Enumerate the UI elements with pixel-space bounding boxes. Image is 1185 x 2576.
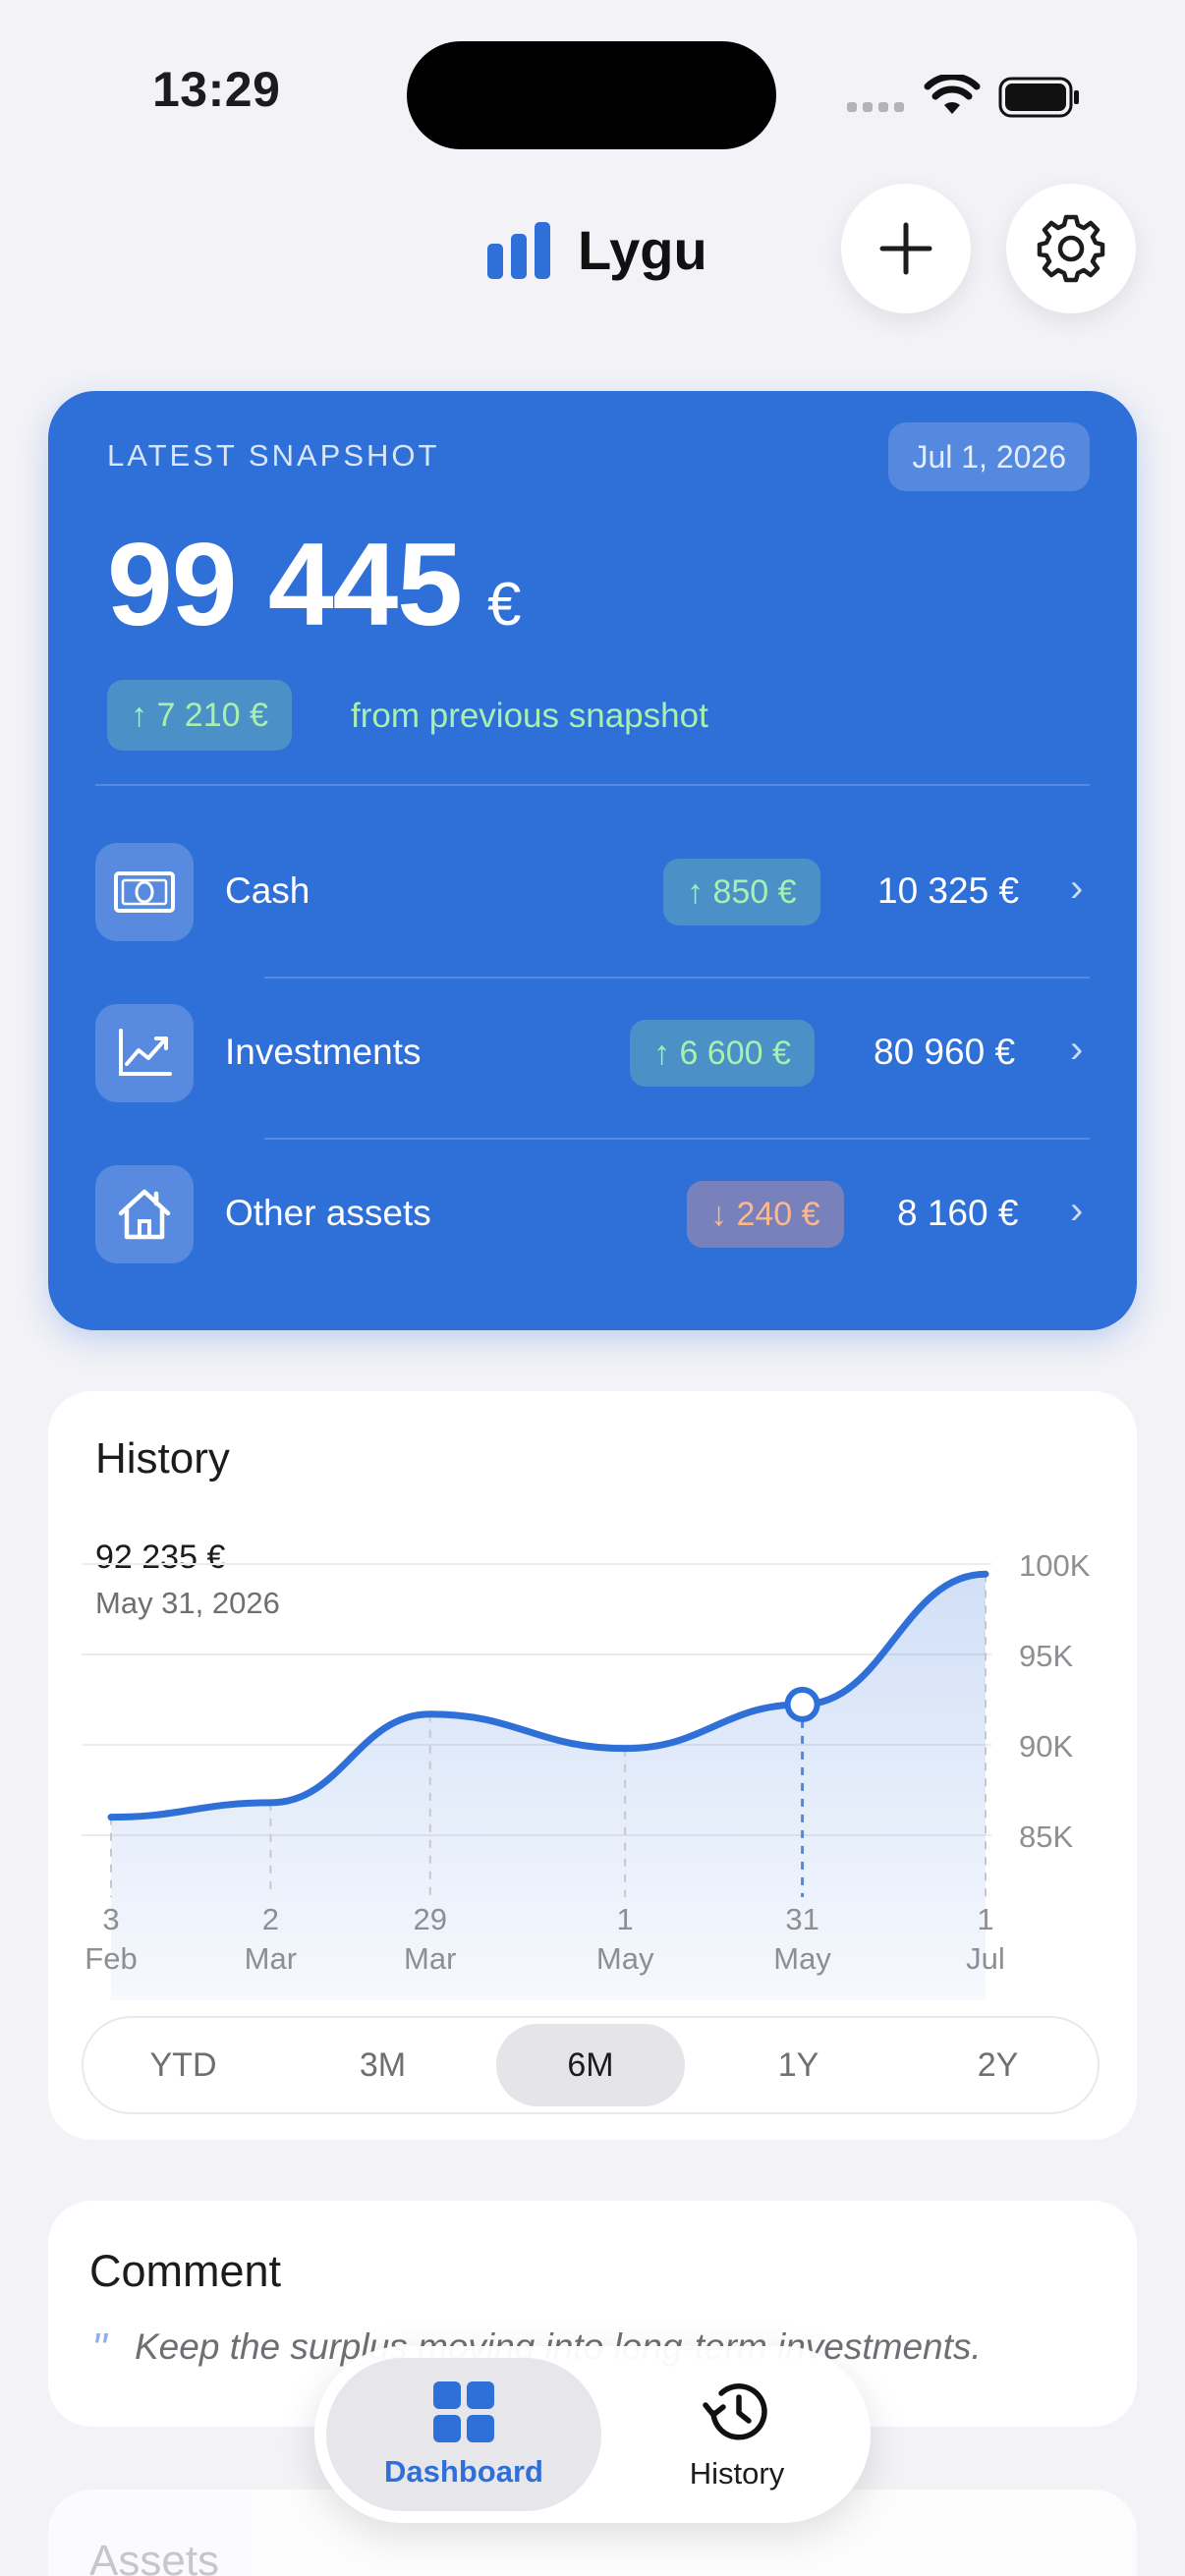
comment-title: Comment — [89, 2246, 282, 2296]
delta-caption: from previous snapshot — [351, 697, 708, 735]
range-option-2y[interactable]: 2Y — [898, 2024, 1098, 2106]
history-icon — [703, 2383, 767, 2440]
x-tick-month: May — [596, 1941, 654, 1976]
tab-history[interactable]: History — [599, 2358, 875, 2511]
asset-row-cash[interactable]: Cash ↑ 850 € 10 325 € › — [48, 839, 1137, 945]
snapshot-total: 99 445 € — [107, 517, 522, 652]
x-tick-day: 29 — [413, 1902, 446, 1936]
range-option-3m[interactable]: 3M — [283, 2024, 482, 2106]
app-title: Lygu — [578, 219, 707, 281]
tab-bar: Dashboard History — [314, 2346, 871, 2523]
y-tick-label: 85K — [1019, 1820, 1073, 1854]
quote-icon: " — [91, 2324, 107, 2373]
x-tick-day: 2 — [262, 1902, 279, 1936]
asset-row-value: 80 960 € — [874, 1032, 1016, 1072]
asset-row-label: Other assets — [225, 1193, 431, 1233]
asset-row-delta: ↓ 240 € — [687, 1181, 844, 1248]
total-amount: 99 445 — [107, 519, 463, 650]
grid-icon — [433, 2381, 494, 2442]
snapshot-card: LATEST SNAPSHOT Jul 1, 2026 99 445 € ↑ 7… — [48, 391, 1137, 1330]
snapshot-date-badge[interactable]: Jul 1, 2026 — [888, 422, 1090, 491]
home-icon — [95, 1165, 194, 1263]
asset-row-delta: ↑ 6 600 € — [630, 1020, 815, 1087]
add-snapshot-button[interactable] — [841, 184, 971, 313]
x-tick-day: 1 — [977, 1902, 993, 1936]
history-chart[interactable]: 100K 95K 90K 85K 3 Feb 2 Mar 29 Mar 1 May 31 May 1 Jul — [48, 1391, 1137, 2000]
divider — [264, 977, 1090, 979]
x-tick-month: Mar — [245, 1941, 297, 1976]
asset-row-value: 10 325 € — [877, 870, 1020, 911]
range-option-6m[interactable]: 6M — [496, 2024, 685, 2106]
tab-label: Dashboard — [384, 2454, 543, 2489]
cash-icon — [95, 843, 194, 941]
x-tick-month: May — [773, 1941, 831, 1976]
range-option-1y[interactable]: 1Y — [699, 2024, 898, 2106]
x-tick-day: 1 — [617, 1902, 634, 1936]
wifi-icon — [924, 75, 981, 114]
range-selector: YTD 3M 6M 1Y 2Y — [82, 2016, 1100, 2114]
status-time: 13:29 — [152, 62, 281, 117]
snapshot-label: LATEST SNAPSHOT — [107, 438, 440, 473]
bar-chart-icon — [487, 222, 550, 279]
assets-title: Assets — [89, 2537, 220, 2576]
chevron-right-icon: › — [1070, 1189, 1084, 1232]
asset-row-delta: ↑ 850 € — [663, 859, 820, 925]
asset-row-value: 8 160 € — [897, 1193, 1019, 1233]
x-tick-month: Jul — [966, 1941, 1005, 1976]
x-tick-month: Mar — [404, 1941, 456, 1976]
chevron-right-icon: › — [1070, 867, 1084, 910]
gear-icon — [1037, 214, 1105, 283]
chart-area — [111, 1574, 986, 2000]
tab-dashboard[interactable]: Dashboard — [326, 2358, 601, 2511]
total-currency: € — [487, 571, 522, 639]
asset-row-label: Investments — [225, 1032, 422, 1072]
y-tick-label: 90K — [1019, 1729, 1073, 1764]
dynamic-island — [407, 41, 776, 149]
plus-icon — [879, 222, 932, 275]
y-tick-label: 95K — [1019, 1639, 1073, 1673]
history-card: History 92 235 € May 31, 2026 100K 95K 90K… — [48, 1391, 1137, 2140]
chevron-right-icon: › — [1070, 1028, 1084, 1071]
x-tick-day: 3 — [102, 1902, 119, 1936]
settings-button[interactable] — [1006, 184, 1136, 313]
divider — [95, 784, 1090, 786]
y-tick-label: 100K — [1019, 1548, 1091, 1583]
x-tick-month: Feb — [85, 1941, 137, 1976]
asset-row-other[interactable]: Other assets ↓ 240 € 8 160 € › — [48, 1161, 1137, 1267]
tab-label: History — [689, 2456, 785, 2491]
range-option-ytd[interactable]: YTD — [84, 2024, 283, 2106]
trend-chart-icon — [95, 1004, 194, 1102]
x-tick-day: 31 — [785, 1902, 818, 1936]
total-delta-badge: ↑ 7 210 € — [107, 680, 292, 751]
battery-icon — [998, 77, 1079, 118]
asset-row-label: Cash — [225, 870, 310, 911]
divider — [264, 1138, 1090, 1140]
asset-row-investments[interactable]: Investments ↑ 6 600 € 80 960 € › — [48, 1000, 1137, 1106]
selected-point — [784, 1686, 820, 1722]
cellular-icon — [847, 102, 906, 116]
